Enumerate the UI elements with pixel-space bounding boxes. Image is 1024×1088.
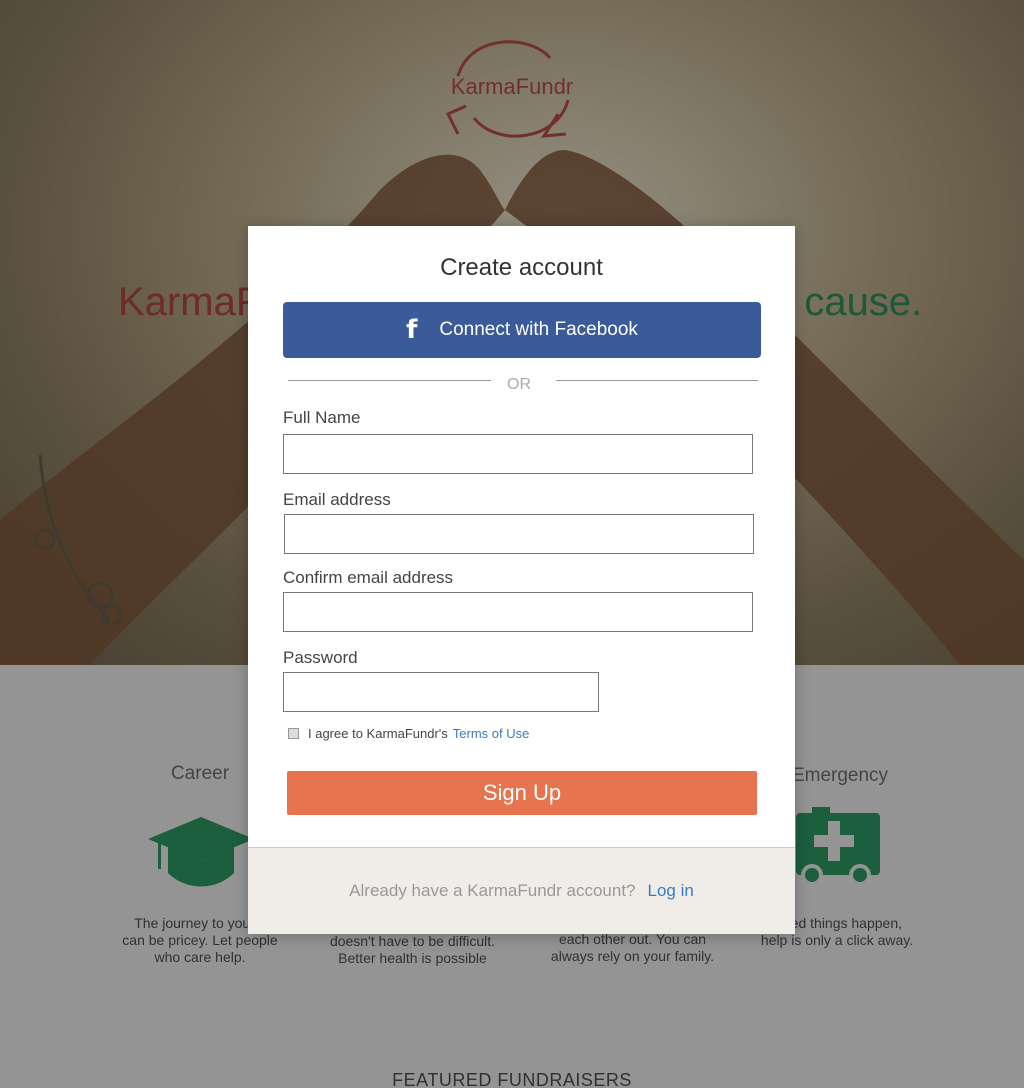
divider-line [288,380,491,381]
email-input[interactable] [284,514,754,554]
modal-footer: Already have a KarmaFundr account? Log i… [248,847,795,934]
confirm-email-input[interactable] [283,592,753,632]
divider-line [556,380,758,381]
full-name-input[interactable] [283,434,753,474]
confirm-email-label: Confirm email address [283,568,454,587]
password-label: Password [283,648,358,667]
existing-account-text: Already have a KarmaFundr account? [349,881,636,900]
terms-of-use-link[interactable]: Terms of Use [453,726,530,741]
or-divider: OR [288,376,758,396]
log-in-link[interactable]: Log in [648,881,694,901]
full-name-label: Full Name [283,408,361,427]
or-text: OR [507,376,531,393]
modal-title: Create account [440,254,603,281]
terms-checkbox[interactable] [288,728,299,739]
sign-up-button[interactable]: Sign Up [287,771,757,815]
create-account-modal: Create account f Connect with Facebook O… [248,226,795,934]
facebook-icon: f [406,315,418,345]
terms-agreement-row: I agree to KarmaFundr's Terms of Use [288,726,529,741]
connect-facebook-button[interactable]: f Connect with Facebook [283,302,761,358]
password-input[interactable] [283,672,599,712]
terms-agreement-text: I agree to KarmaFundr's [308,726,448,741]
facebook-button-label: Connect with Facebook [439,319,638,340]
email-label: Email address [283,490,391,509]
